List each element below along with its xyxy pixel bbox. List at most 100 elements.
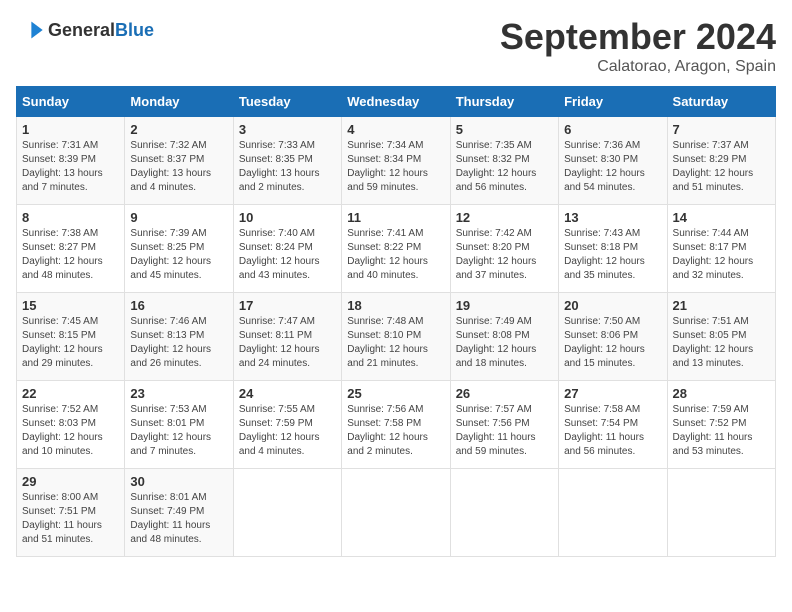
day-number: 2 xyxy=(130,122,227,137)
cell-text: Sunrise: 7:59 AMSunset: 7:52 PMDaylight:… xyxy=(673,404,753,457)
cell-text: Sunrise: 7:46 AMSunset: 8:13 PMDaylight:… xyxy=(130,316,211,369)
day-number: 10 xyxy=(239,210,336,225)
day-number: 22 xyxy=(22,386,119,401)
cell-text: Sunrise: 7:43 AMSunset: 8:18 PMDaylight:… xyxy=(564,228,645,281)
day-number: 29 xyxy=(22,474,119,489)
cell-text: Sunrise: 7:37 AMSunset: 8:29 PMDaylight:… xyxy=(673,140,754,193)
day-cell: 25 Sunrise: 7:56 AMSunset: 7:58 PMDaylig… xyxy=(342,381,450,469)
day-number: 19 xyxy=(456,298,553,313)
cell-text: Sunrise: 7:48 AMSunset: 8:10 PMDaylight:… xyxy=(347,316,428,369)
cell-text: Sunrise: 7:33 AMSunset: 8:35 PMDaylight:… xyxy=(239,140,320,193)
cell-text: Sunrise: 7:32 AMSunset: 8:37 PMDaylight:… xyxy=(130,140,211,193)
day-header-thursday: Thursday xyxy=(450,87,558,117)
cell-text: Sunrise: 7:42 AMSunset: 8:20 PMDaylight:… xyxy=(456,228,537,281)
cell-text: Sunrise: 7:34 AMSunset: 8:34 PMDaylight:… xyxy=(347,140,428,193)
cell-text: Sunrise: 7:57 AMSunset: 7:56 PMDaylight:… xyxy=(456,404,536,457)
day-cell: 20 Sunrise: 7:50 AMSunset: 8:06 PMDaylig… xyxy=(559,293,667,381)
page-header: GeneralBlue September 2024 Calatorao, Ar… xyxy=(16,16,776,76)
day-cell: 14 Sunrise: 7:44 AMSunset: 8:17 PMDaylig… xyxy=(667,205,775,293)
week-row-3: 15 Sunrise: 7:45 AMSunset: 8:15 PMDaylig… xyxy=(17,293,776,381)
day-number: 6 xyxy=(564,122,661,137)
day-cell: 15 Sunrise: 7:45 AMSunset: 8:15 PMDaylig… xyxy=(17,293,125,381)
location-title: Calatorao, Aragon, Spain xyxy=(500,58,776,76)
day-number: 20 xyxy=(564,298,661,313)
cell-text: Sunrise: 7:35 AMSunset: 8:32 PMDaylight:… xyxy=(456,140,537,193)
cell-text: Sunrise: 7:49 AMSunset: 8:08 PMDaylight:… xyxy=(456,316,537,369)
day-number: 23 xyxy=(130,386,227,401)
day-number: 12 xyxy=(456,210,553,225)
header-row: SundayMondayTuesdayWednesdayThursdayFrid… xyxy=(17,87,776,117)
day-cell: 11 Sunrise: 7:41 AMSunset: 8:22 PMDaylig… xyxy=(342,205,450,293)
week-row-2: 8 Sunrise: 7:38 AMSunset: 8:27 PMDayligh… xyxy=(17,205,776,293)
day-cell: 19 Sunrise: 7:49 AMSunset: 8:08 PMDaylig… xyxy=(450,293,558,381)
day-cell: 3 Sunrise: 7:33 AMSunset: 8:35 PMDayligh… xyxy=(233,117,341,205)
day-number: 26 xyxy=(456,386,553,401)
month-title: September 2024 xyxy=(500,16,776,58)
day-cell xyxy=(450,469,558,557)
day-number: 16 xyxy=(130,298,227,313)
title-block: September 2024 Calatorao, Aragon, Spain xyxy=(500,16,776,76)
cell-text: Sunrise: 7:56 AMSunset: 7:58 PMDaylight:… xyxy=(347,404,428,457)
day-cell: 13 Sunrise: 7:43 AMSunset: 8:18 PMDaylig… xyxy=(559,205,667,293)
day-cell: 22 Sunrise: 7:52 AMSunset: 8:03 PMDaylig… xyxy=(17,381,125,469)
day-cell: 5 Sunrise: 7:35 AMSunset: 8:32 PMDayligh… xyxy=(450,117,558,205)
day-header-wednesday: Wednesday xyxy=(342,87,450,117)
day-number: 13 xyxy=(564,210,661,225)
day-number: 15 xyxy=(22,298,119,313)
day-number: 8 xyxy=(22,210,119,225)
day-number: 9 xyxy=(130,210,227,225)
day-number: 27 xyxy=(564,386,661,401)
cell-text: Sunrise: 7:40 AMSunset: 8:24 PMDaylight:… xyxy=(239,228,320,281)
day-number: 14 xyxy=(673,210,770,225)
cell-text: Sunrise: 7:55 AMSunset: 7:59 PMDaylight:… xyxy=(239,404,320,457)
day-number: 3 xyxy=(239,122,336,137)
day-number: 21 xyxy=(673,298,770,313)
week-row-4: 22 Sunrise: 7:52 AMSunset: 8:03 PMDaylig… xyxy=(17,381,776,469)
day-cell: 26 Sunrise: 7:57 AMSunset: 7:56 PMDaylig… xyxy=(450,381,558,469)
day-cell: 8 Sunrise: 7:38 AMSunset: 8:27 PMDayligh… xyxy=(17,205,125,293)
cell-text: Sunrise: 7:39 AMSunset: 8:25 PMDaylight:… xyxy=(130,228,211,281)
day-number: 5 xyxy=(456,122,553,137)
cell-text: Sunrise: 8:00 AMSunset: 7:51 PMDaylight:… xyxy=(22,492,102,545)
day-header-sunday: Sunday xyxy=(17,87,125,117)
day-cell: 27 Sunrise: 7:58 AMSunset: 7:54 PMDaylig… xyxy=(559,381,667,469)
day-cell: 21 Sunrise: 7:51 AMSunset: 8:05 PMDaylig… xyxy=(667,293,775,381)
day-cell: 17 Sunrise: 7:47 AMSunset: 8:11 PMDaylig… xyxy=(233,293,341,381)
day-number: 17 xyxy=(239,298,336,313)
cell-text: Sunrise: 7:44 AMSunset: 8:17 PMDaylight:… xyxy=(673,228,754,281)
day-cell: 24 Sunrise: 7:55 AMSunset: 7:59 PMDaylig… xyxy=(233,381,341,469)
logo-icon xyxy=(16,16,44,44)
cell-text: Sunrise: 7:51 AMSunset: 8:05 PMDaylight:… xyxy=(673,316,754,369)
day-cell: 28 Sunrise: 7:59 AMSunset: 7:52 PMDaylig… xyxy=(667,381,775,469)
day-cell: 29 Sunrise: 8:00 AMSunset: 7:51 PMDaylig… xyxy=(17,469,125,557)
logo-text-general: General xyxy=(48,20,115,40)
cell-text: Sunrise: 8:01 AMSunset: 7:49 PMDaylight:… xyxy=(130,492,210,545)
day-cell: 1 Sunrise: 7:31 AMSunset: 8:39 PMDayligh… xyxy=(17,117,125,205)
cell-text: Sunrise: 7:38 AMSunset: 8:27 PMDaylight:… xyxy=(22,228,103,281)
day-number: 25 xyxy=(347,386,444,401)
day-cell xyxy=(559,469,667,557)
cell-text: Sunrise: 7:45 AMSunset: 8:15 PMDaylight:… xyxy=(22,316,103,369)
day-cell: 9 Sunrise: 7:39 AMSunset: 8:25 PMDayligh… xyxy=(125,205,233,293)
day-cell: 12 Sunrise: 7:42 AMSunset: 8:20 PMDaylig… xyxy=(450,205,558,293)
cell-text: Sunrise: 7:52 AMSunset: 8:03 PMDaylight:… xyxy=(22,404,103,457)
cell-text: Sunrise: 7:58 AMSunset: 7:54 PMDaylight:… xyxy=(564,404,644,457)
day-number: 30 xyxy=(130,474,227,489)
day-cell: 30 Sunrise: 8:01 AMSunset: 7:49 PMDaylig… xyxy=(125,469,233,557)
day-number: 24 xyxy=(239,386,336,401)
day-number: 7 xyxy=(673,122,770,137)
day-cell xyxy=(667,469,775,557)
day-number: 4 xyxy=(347,122,444,137)
cell-text: Sunrise: 7:53 AMSunset: 8:01 PMDaylight:… xyxy=(130,404,211,457)
logo: GeneralBlue xyxy=(16,16,154,44)
day-cell: 6 Sunrise: 7:36 AMSunset: 8:30 PMDayligh… xyxy=(559,117,667,205)
day-cell: 4 Sunrise: 7:34 AMSunset: 8:34 PMDayligh… xyxy=(342,117,450,205)
day-header-saturday: Saturday xyxy=(667,87,775,117)
day-cell: 16 Sunrise: 7:46 AMSunset: 8:13 PMDaylig… xyxy=(125,293,233,381)
day-cell: 10 Sunrise: 7:40 AMSunset: 8:24 PMDaylig… xyxy=(233,205,341,293)
cell-text: Sunrise: 7:47 AMSunset: 8:11 PMDaylight:… xyxy=(239,316,320,369)
day-cell xyxy=(233,469,341,557)
day-cell: 7 Sunrise: 7:37 AMSunset: 8:29 PMDayligh… xyxy=(667,117,775,205)
cell-text: Sunrise: 7:41 AMSunset: 8:22 PMDaylight:… xyxy=(347,228,428,281)
week-row-5: 29 Sunrise: 8:00 AMSunset: 7:51 PMDaylig… xyxy=(17,469,776,557)
